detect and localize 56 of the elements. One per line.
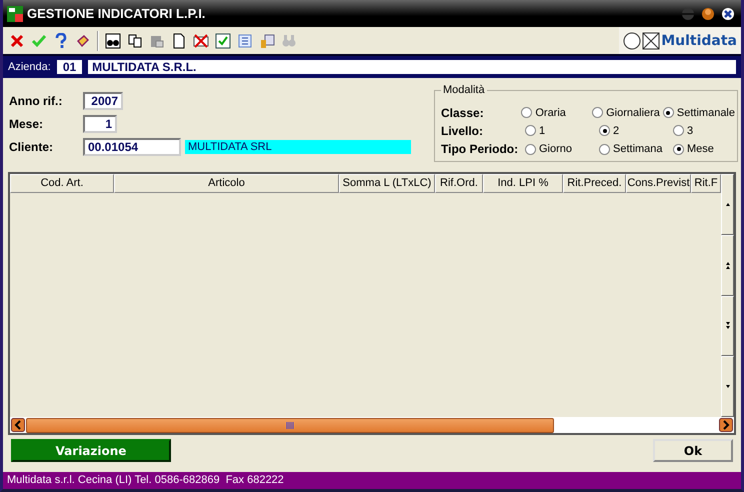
company-code: 01 xyxy=(56,60,82,74)
option-label: Classe: xyxy=(441,106,485,120)
circle-icon xyxy=(623,32,642,50)
radio-button[interactable]: Giornaliera xyxy=(592,106,663,119)
close-button[interactable] xyxy=(721,6,735,20)
column-header[interactable]: Cod. Art. xyxy=(10,174,114,193)
copy-icon[interactable] xyxy=(127,32,143,48)
company-name: MULTIDATA S.R.L. xyxy=(88,60,736,74)
variation-button[interactable]: Variazione xyxy=(11,439,171,462)
form-icon[interactable] xyxy=(237,32,253,48)
ok-button[interactable]: Ok xyxy=(653,439,733,462)
column-header[interactable]: Articolo xyxy=(114,174,339,193)
scroll-left-button[interactable] xyxy=(11,418,25,432)
binoculars-icon[interactable] xyxy=(105,32,121,48)
status-bar: Multidata s.r.l. Cecina (LI) Tel. 0586-682869 Fax 682222 xyxy=(3,472,741,489)
group-title: Modalità xyxy=(441,84,487,96)
scrollbar-thumb[interactable] xyxy=(26,418,554,432)
client-name: MULTIDATA SRL xyxy=(185,140,411,154)
app-icon xyxy=(7,6,23,22)
field-label: Anno rif.: xyxy=(9,94,64,108)
column-header[interactable]: Somma L (LTxLC) xyxy=(339,174,435,193)
input-field[interactable]: 2007 xyxy=(83,92,123,110)
maximize-button[interactable] xyxy=(701,6,715,20)
page-icon[interactable] xyxy=(171,32,187,48)
radio-button[interactable]: Oraria xyxy=(521,106,592,119)
page-up-button[interactable] xyxy=(724,260,732,270)
radio-button[interactable]: Settimana xyxy=(599,143,673,156)
column-header[interactable]: Ind. LPI % xyxy=(483,174,563,193)
company-label: Azienda: xyxy=(8,61,51,73)
field-label: Mese: xyxy=(9,117,44,131)
delete-record-icon[interactable] xyxy=(193,32,209,48)
input-field[interactable]: 00.01054 xyxy=(83,138,181,156)
column-header[interactable]: Rif.Ord. xyxy=(435,174,483,193)
radio-button[interactable]: Mese xyxy=(673,143,714,156)
option-label: Tipo Periodo: xyxy=(441,142,520,156)
cancel-icon[interactable] xyxy=(9,32,25,48)
checkbox-icon[interactable] xyxy=(215,32,231,48)
radio-button[interactable]: 3 xyxy=(673,124,694,137)
page-down-button[interactable] xyxy=(724,321,732,330)
scroll-right-button[interactable] xyxy=(719,418,733,432)
field-label: Cliente: xyxy=(9,140,54,154)
window-title: GESTIONE INDICATORI L.P.I. xyxy=(27,6,206,21)
crossed-box-icon xyxy=(642,32,660,50)
radio-button[interactable]: 1 xyxy=(525,124,599,137)
help-icon[interactable] xyxy=(53,32,69,48)
column-header[interactable]: Rit.F xyxy=(691,174,721,193)
check-icon[interactable] xyxy=(31,32,47,48)
grip-icon xyxy=(286,422,294,428)
column-header[interactable]: Rit.Preced. xyxy=(563,174,626,193)
radio-button[interactable]: Settimanale xyxy=(662,106,735,119)
radio-button[interactable]: 2 xyxy=(599,124,673,137)
option-label: Livello: xyxy=(441,124,484,138)
column-header[interactable]: Cons.Previst xyxy=(626,174,691,193)
brand-logo: Multidata xyxy=(661,32,737,48)
input-field[interactable]: 1 xyxy=(83,115,117,133)
radio-button[interactable]: Giorno xyxy=(525,143,599,156)
